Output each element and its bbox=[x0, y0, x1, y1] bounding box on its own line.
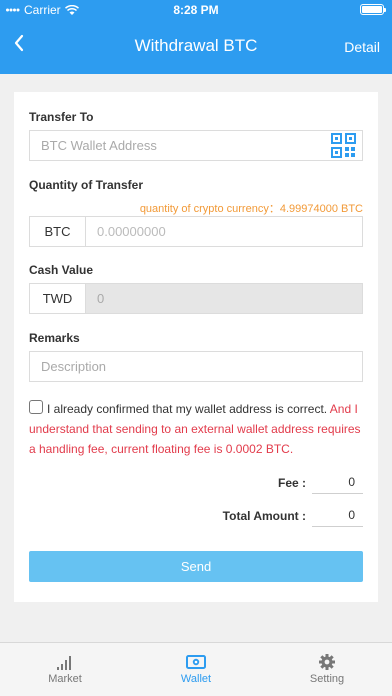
tab-bar: Market Wallet Setting bbox=[0, 642, 392, 696]
tab-market[interactable]: Market bbox=[0, 643, 130, 696]
detail-button[interactable]: Detail bbox=[344, 39, 380, 55]
fee-value: 0 bbox=[312, 474, 363, 494]
cash-value-currency: TWD bbox=[29, 283, 86, 314]
status-time: 8:28 PM bbox=[173, 3, 219, 17]
signal-bars-icon bbox=[57, 656, 71, 670]
quantity-currency: BTC bbox=[29, 216, 86, 247]
confirm-text: I already confirmed that my wallet addre… bbox=[29, 399, 369, 459]
withdrawal-form: Transfer To BTC Wallet Address Quantity … bbox=[14, 92, 378, 602]
remarks-input[interactable]: Description bbox=[29, 351, 363, 382]
quantity-label: Quantity of Transfer bbox=[29, 178, 144, 192]
wallet-address-input[interactable]: BTC Wallet Address bbox=[29, 130, 363, 161]
status-bar: Carrier 8:28 PM bbox=[0, 0, 392, 20]
tab-wallet-label: Wallet bbox=[180, 673, 212, 685]
send-button[interactable]: Send bbox=[29, 551, 363, 582]
fee-label: Fee : bbox=[277, 476, 306, 490]
quantity-input[interactable]: 0.00000000 bbox=[85, 216, 363, 247]
tab-market-label: Market bbox=[48, 673, 82, 685]
cash-value-label: Cash Value bbox=[29, 263, 94, 277]
available-balance-label: quantity of crypto currency： bbox=[139, 203, 280, 215]
confirm-text-main: I already confirmed that my wallet addre… bbox=[47, 402, 328, 416]
battery-icon bbox=[360, 4, 386, 15]
cash-value-field: 0 bbox=[85, 283, 363, 314]
page-title: Withdrawal BTC bbox=[134, 36, 258, 55]
wallet-icon bbox=[186, 655, 206, 669]
gear-icon bbox=[319, 654, 335, 670]
remarks-label: Remarks bbox=[29, 331, 80, 345]
tab-setting-label: Setting bbox=[309, 673, 345, 685]
tab-wallet[interactable]: Wallet bbox=[131, 643, 261, 696]
total-amount-value: 0 bbox=[312, 507, 363, 527]
transfer-to-label: Transfer To bbox=[29, 110, 94, 124]
navigation-bar: Withdrawal BTC Detail bbox=[0, 20, 392, 74]
wallet-address-placeholder: BTC Wallet Address bbox=[41, 138, 157, 153]
available-balance: quantity of crypto currency：4.99974000 B… bbox=[140, 200, 363, 216]
available-balance-value: 4.99974000 BTC bbox=[279, 203, 363, 215]
qr-code-icon[interactable] bbox=[331, 133, 356, 158]
total-amount-label: Total Amount : bbox=[222, 509, 306, 523]
tab-setting[interactable]: Setting bbox=[262, 643, 392, 696]
